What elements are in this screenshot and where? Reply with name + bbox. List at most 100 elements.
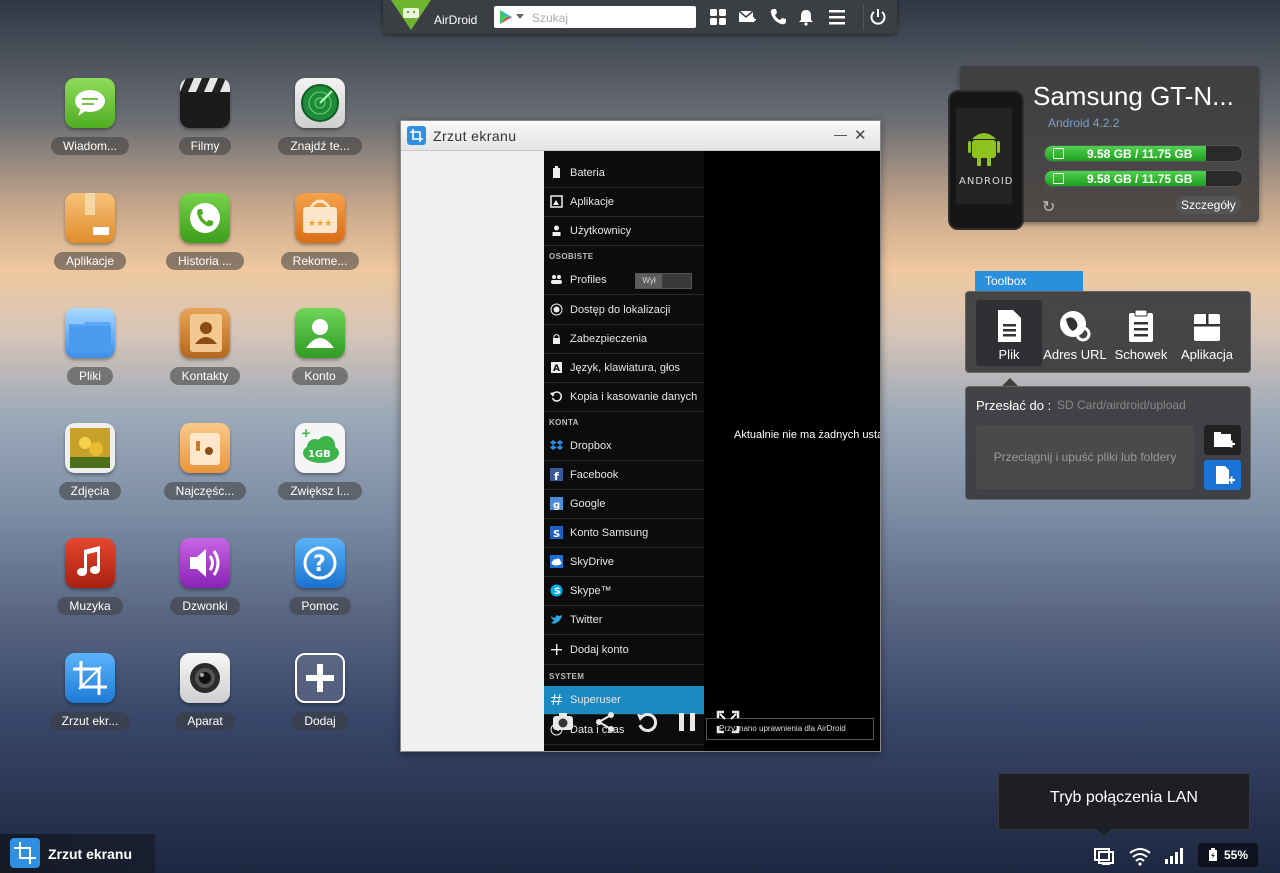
app-label: Aplikacje [53,252,127,270]
tool-application[interactable]: Aplikacja [1174,300,1240,366]
menu-item-google[interactable]: g Google [544,490,704,519]
chevron-down-icon[interactable] [516,14,524,19]
app-contacts[interactable]: Kontakty [150,308,260,408]
window-titlebar[interactable]: Zrzut ekranu — ✕ [401,121,880,151]
app-add[interactable]: Dodaj [265,653,375,753]
signal-icon[interactable] [1163,846,1183,866]
phone-icon[interactable] [769,8,787,26]
menu-item-facebook[interactable]: f Facebook [544,461,704,490]
menu-item-twitter[interactable]: Twitter [544,606,704,635]
address-book-icon [180,308,230,358]
menu-item-language[interactable]: A Język, klawiatura, głos [544,354,704,383]
menu-item-skydrive[interactable]: SkyDrive [544,548,704,577]
photo-icon [65,423,115,473]
folder-icon [65,308,115,358]
phone-image: ANDROID [948,90,1024,230]
svg-text:S: S [554,587,560,597]
details-button[interactable]: Szczegóły [1176,196,1241,214]
battery-indicator[interactable]: 55% [1198,843,1258,867]
app-screenshot[interactable]: Zrzut ekr... [35,653,145,753]
app-applications[interactable]: Aplikacje [35,193,145,293]
phone-screen: Bateria Aplikacje Użytkownicy OSOBISTE P… [544,151,880,751]
app-camera[interactable]: Aparat [150,653,260,753]
app-label: Dodaj [292,712,348,730]
empty-state-text: Aktualnie nie ma żadnych usta [734,429,880,441]
app-label: Filmy [178,137,232,155]
bell-icon[interactable] [797,8,815,26]
app-recommended[interactable]: ★★★ Rekome... [265,193,375,293]
tool-clipboard[interactable]: Schowek [1108,300,1174,366]
app-call-history[interactable]: Historia ... [150,193,260,293]
window-title: Zrzut ekranu [433,128,517,144]
shopping-basket-icon: ★★★ [295,193,345,243]
app-label: Muzyka [57,597,123,615]
new-message-icon[interactable] [738,8,756,26]
menu-item-add-account[interactable]: Dodaj konto [544,636,704,665]
camera-icon[interactable] [551,710,575,734]
minimize-button[interactable]: — [834,127,847,142]
app-help[interactable]: ? Pomoc [265,538,375,638]
menu-item-users[interactable]: Użytkownicy [544,217,704,246]
svg-text:ANDROID: ANDROID [959,176,1014,187]
upload-folder-button[interactable] [1204,425,1241,455]
menu-item-apps[interactable]: Aplikacje [544,188,704,217]
rotate-icon[interactable] [635,710,659,734]
cloud-1gb-icon: 1GB + [295,423,345,473]
app-frequent-contacts[interactable]: Najczęśc... [150,423,260,523]
app-label: Dzwonki [170,597,240,615]
drop-zone[interactable]: Przeciągnij i upuść pliki lub foldery [976,425,1194,489]
menu-item-profiles[interactable]: Profiles Wył [544,266,704,295]
menu-item-skype[interactable]: S Skype™ [544,577,704,606]
refresh-icon[interactable]: ↻ [1042,197,1055,217]
device-panel: ANDROID Samsung GT-N... Android 4.2.2 9.… [948,66,1259,230]
power-icon[interactable] [869,8,887,26]
upload-path[interactable]: SD Card/airdroid/upload [1057,398,1186,412]
taskbar-item-screenshot[interactable]: Zrzut ekranu [0,834,155,873]
pause-icon[interactable] [675,710,699,734]
toolbox-tab[interactable]: Toolbox [975,271,1083,291]
app-find-phone[interactable]: Znajdź te... [265,78,375,178]
upload-panel: Przesłać do : SD Card/airdroid/upload Pr… [965,386,1251,500]
menu-item-location[interactable]: Dostęp do lokalizacji [544,296,704,325]
lan-monitor-icon[interactable] [1093,846,1115,866]
menu-item-samsung[interactable]: S Konto Samsung [544,519,704,548]
apps-icon [550,195,563,208]
airdroid-logo-icon[interactable] [391,0,431,30]
menu-item-battery[interactable]: Bateria [544,159,704,188]
upload-file-button[interactable] [1204,460,1241,490]
tool-url[interactable]: Adres URL [1042,300,1108,366]
add-file-icon [1216,466,1235,484]
menu-item-dropbox[interactable]: Dropbox [544,432,704,461]
menu-item-security[interactable]: Zabezpieczenia [544,325,704,354]
app-ringtones[interactable]: Dzwonki [150,538,260,638]
section-personal: OSOBISTE [549,252,594,261]
wifi-icon[interactable] [1128,846,1152,866]
app-label: Rekome... [280,252,360,270]
app-increase-storage[interactable]: 1GB + Zwiększ l... [265,423,375,523]
app-messages[interactable]: Wiadom... [35,78,145,178]
close-button[interactable]: ✕ [854,126,867,144]
music-note-icon [65,538,115,588]
fullscreen-icon[interactable] [716,710,740,734]
lock-icon [553,334,560,344]
search-box[interactable] [494,6,696,28]
app-files[interactable]: Pliki [35,308,145,408]
profiles-toggle[interactable]: Wył [635,273,692,289]
menu-item-backup[interactable]: Kopia i kasowanie danych [544,383,704,412]
app-label: Historia ... [165,252,244,270]
section-accounts: KONTA [549,418,579,427]
app-photos[interactable]: Zdjęcia [35,423,145,523]
share-icon[interactable] [593,710,617,734]
tool-file[interactable]: Plik [976,300,1042,366]
google-icon: g [550,497,563,510]
globe-link-icon [1060,311,1091,342]
app-account[interactable]: Konto [265,308,375,408]
app-movies[interactable]: Filmy [150,78,260,178]
grid-icon[interactable] [709,8,727,26]
phone-call-icon [180,193,230,243]
search-input[interactable] [530,8,694,27]
twitter-bird-icon [551,615,562,624]
app-music[interactable]: Muzyka [35,538,145,638]
menu-icon[interactable] [828,8,846,26]
svg-text:1GB: 1GB [308,449,331,460]
